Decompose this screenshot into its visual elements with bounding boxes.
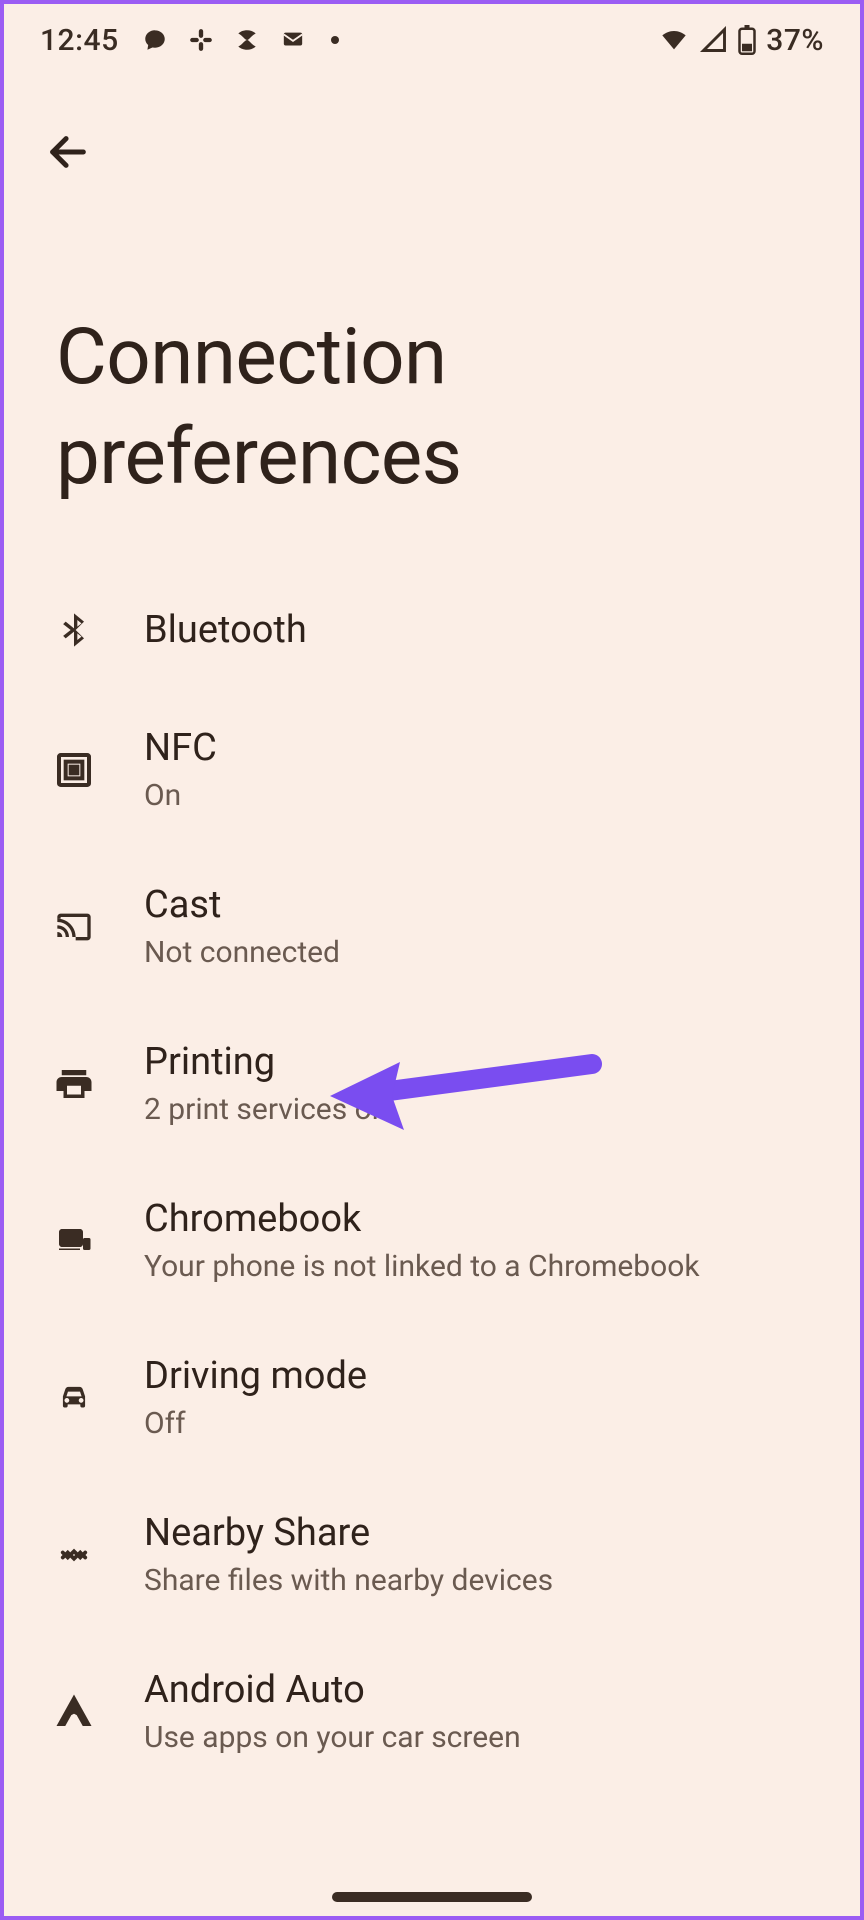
back-button[interactable]: [32, 116, 104, 188]
nearby-share-icon: [46, 1527, 102, 1583]
print-icon: [46, 1056, 102, 1112]
pref-subtext: On: [144, 776, 217, 815]
pref-label: Cast: [144, 883, 340, 927]
status-clock: 12:45: [40, 23, 119, 58]
pref-subtext: Not connected: [144, 933, 340, 972]
app-icon: [233, 26, 261, 54]
pref-subtext: Your phone is not linked to a Chromebook: [144, 1247, 700, 1286]
car-icon: [46, 1370, 102, 1426]
mail-icon: [279, 26, 307, 54]
slack-icon: [187, 26, 215, 54]
pref-label: Printing: [144, 1040, 388, 1084]
pref-label: Bluetooth: [144, 608, 307, 652]
chat-bubble-icon: [141, 26, 169, 54]
pref-item-nearby-share[interactable]: Nearby Share Share files with nearby dev…: [4, 1477, 860, 1634]
pref-label: Nearby Share: [144, 1511, 553, 1555]
pref-subtext: Off: [144, 1404, 367, 1443]
bluetooth-icon: [46, 602, 102, 658]
pref-label: Android Auto: [144, 1668, 521, 1712]
pref-item-android-auto[interactable]: Android Auto Use apps on your car screen: [4, 1634, 860, 1791]
cast-icon: [46, 899, 102, 955]
gesture-nav-bar[interactable]: [332, 1892, 532, 1902]
android-auto-icon: [46, 1684, 102, 1740]
battery-percent: 37%: [766, 23, 824, 58]
pref-label: Chromebook: [144, 1197, 700, 1241]
more-dot-icon: [331, 36, 339, 44]
pref-item-nfc[interactable]: NFC On: [4, 692, 860, 849]
status-left: 12:45: [40, 23, 339, 58]
status-bar: 12:45 37%: [4, 4, 860, 76]
nfc-icon: [46, 742, 102, 798]
pref-item-bluetooth[interactable]: Bluetooth: [4, 568, 860, 692]
cell-signal-icon: [700, 26, 728, 54]
wifi-icon: [658, 26, 690, 54]
chromebook-icon: [46, 1213, 102, 1269]
page-title: Connection preferences: [4, 188, 860, 568]
preference-list: Bluetooth NFC On Cast Not connected Prin…: [4, 568, 860, 1791]
pref-item-cast[interactable]: Cast Not connected: [4, 849, 860, 1006]
pref-item-printing[interactable]: Printing 2 print services on: [4, 1006, 860, 1163]
pref-label: Driving mode: [144, 1354, 367, 1398]
battery-icon: [738, 25, 756, 55]
arrow-back-icon: [45, 129, 91, 175]
pref-subtext: Use apps on your car screen: [144, 1718, 521, 1757]
pref-label: NFC: [144, 726, 217, 770]
toolbar: [4, 76, 860, 188]
pref-item-chromebook[interactable]: Chromebook Your phone is not linked to a…: [4, 1163, 860, 1320]
status-right: 37%: [658, 23, 824, 58]
pref-item-driving-mode[interactable]: Driving mode Off: [4, 1320, 860, 1477]
pref-subtext: Share files with nearby devices: [144, 1561, 553, 1600]
pref-subtext: 2 print services on: [144, 1090, 388, 1129]
